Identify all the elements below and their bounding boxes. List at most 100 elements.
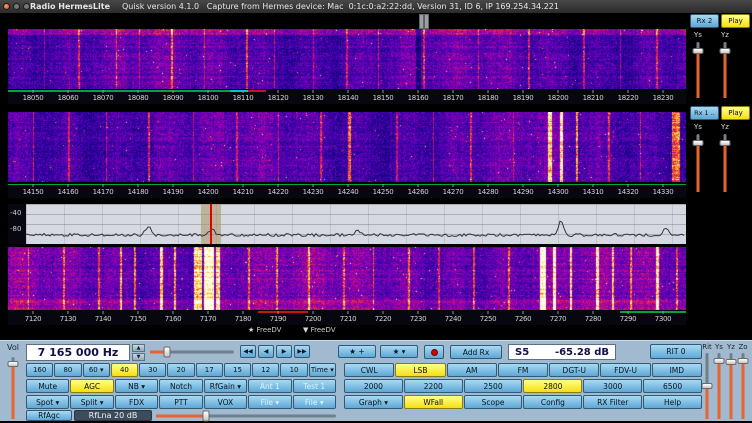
spin-down-button[interactable]: ▼ [132, 353, 145, 361]
tune-step-down[interactable]: ◀ [258, 345, 274, 358]
rit-button[interactable]: RIT 0 [650, 344, 702, 359]
tune-step-up[interactable]: ▶ [276, 345, 292, 358]
freq-tick-label: 7230 [410, 315, 427, 323]
button-ptt[interactable]: PTT [159, 395, 202, 409]
tick-mark [453, 90, 454, 93]
button-split[interactable]: Split ▾ [70, 395, 113, 409]
freq-tick-label: 14320 [618, 188, 639, 196]
freq-scale-17m[interactable]: 1805018060180701808018090181001811018120… [8, 90, 686, 104]
button-2800[interactable]: 2800 [523, 379, 582, 393]
button-40[interactable]: 40 [111, 363, 138, 377]
button-rfgain[interactable]: RfGain ▾ [204, 379, 247, 393]
rx1-ys-slider[interactable] [692, 134, 704, 192]
button-17[interactable]: 17 [196, 363, 223, 377]
button-config[interactable]: Config [523, 395, 582, 409]
freq-scale-20m[interactable]: 1415014160141701418014190142001421014220… [8, 184, 686, 198]
rx2-button[interactable]: Rx 2 [690, 14, 719, 28]
button-12[interactable]: 12 [252, 363, 279, 377]
freq-tick-label: 18120 [268, 94, 289, 102]
yz-slider[interactable] [725, 353, 737, 419]
memory-save-button[interactable]: ★ + [338, 345, 376, 358]
button-10[interactable]: 10 [280, 363, 307, 377]
rflna-slider[interactable] [156, 410, 336, 422]
waterfall-20m[interactable] [8, 112, 686, 182]
button-3000[interactable]: 3000 [583, 379, 642, 393]
freq-tick-label: 18230 [653, 94, 674, 102]
waterfall-17m[interactable] [8, 29, 686, 89]
close-icon[interactable] [3, 3, 10, 10]
button-2200[interactable]: 2200 [404, 379, 463, 393]
freq-tick-label: 18130 [303, 94, 324, 102]
button-60[interactable]: 60 ▾ [83, 363, 110, 377]
tune-step-down-fast[interactable]: ◀◀ [240, 345, 256, 358]
station-freedv-1[interactable]: ★ FreeDV [248, 326, 281, 334]
button-15[interactable]: 15 [224, 363, 251, 377]
volume-slider[interactable] [7, 357, 19, 419]
button-cwl[interactable]: CWL [344, 363, 394, 377]
button-rx-filter[interactable]: RX Filter [583, 395, 642, 409]
zo-slider[interactable] [737, 353, 749, 419]
button-am[interactable]: AM [447, 363, 497, 377]
memory-popup-button[interactable]: ★ ▾ [380, 345, 418, 358]
rfagc-button[interactable]: RfAgc [26, 410, 72, 421]
button-notch[interactable]: Notch [159, 379, 202, 393]
button-file-record[interactable]: File ▾ [293, 395, 336, 409]
graph-y-label-40: -40 [10, 209, 21, 217]
button-30[interactable]: 30 [139, 363, 166, 377]
spin-up-button[interactable]: ▲ [132, 344, 145, 352]
freq-tick-label: 7210 [340, 315, 357, 323]
button-help[interactable]: Help [643, 395, 702, 409]
titlebar[interactable]: Radio HermesLiteQuisk version 4.1.0 Capt… [0, 0, 752, 13]
frequency-display[interactable]: 7 165 000 Hz [26, 344, 130, 361]
rx2-play-button[interactable]: Play [721, 14, 750, 28]
button-graph[interactable]: Graph ▾ [344, 395, 403, 409]
tune-slider[interactable] [150, 346, 234, 358]
button-spot[interactable]: Spot ▾ [26, 395, 69, 409]
waterfall-40m[interactable] [8, 247, 686, 310]
station-freedv-2[interactable]: ▼ FreeDV [303, 326, 336, 334]
rx2-yz-slider[interactable] [719, 42, 731, 98]
button-lsb[interactable]: LSB [395, 363, 445, 377]
rit-slider[interactable] [701, 353, 713, 419]
rx2-tune-marker[interactable] [419, 14, 429, 29]
rx1-yz-slider[interactable] [719, 134, 731, 192]
rx2-ys-slider[interactable] [692, 42, 704, 98]
button-ant-1[interactable]: Ant 1 [248, 379, 291, 393]
graph-plot-area[interactable] [26, 204, 686, 244]
minimize-icon[interactable] [13, 3, 20, 10]
spectrum-graph[interactable]: -40 -80 [8, 204, 686, 244]
button-fm[interactable]: FM [498, 363, 548, 377]
ys-slider[interactable] [713, 353, 725, 419]
freq-tick-label: 14180 [128, 188, 149, 196]
freq-scale-40m[interactable]: 7120713071407150716071707180719072007210… [8, 311, 686, 325]
button-agc[interactable]: AGC [70, 379, 113, 393]
button-mute[interactable]: Mute [26, 379, 69, 393]
tune-step-up-fast[interactable]: ▶▶ [294, 345, 310, 358]
button-fdv-u[interactable]: FDV-U [600, 363, 650, 377]
button-2500[interactable]: 2500 [464, 379, 523, 393]
maximize-icon[interactable] [23, 3, 30, 10]
button-wfall[interactable]: WFall [404, 395, 463, 409]
button-vox[interactable]: VOX [204, 395, 247, 409]
button-fdx[interactable]: FDX [115, 395, 158, 409]
button-6500[interactable]: 6500 [643, 379, 702, 393]
freq-tick-label: 7290 [620, 315, 637, 323]
button-test-1[interactable]: Test 1 [293, 379, 336, 393]
button-imd[interactable]: IMD [652, 363, 702, 377]
button-20[interactable]: 20 [167, 363, 194, 377]
button-80[interactable]: 80 [54, 363, 81, 377]
record-button[interactable] [424, 345, 444, 359]
button-scope[interactable]: Scope [464, 395, 523, 409]
station-marker-icon: ▼ [303, 326, 308, 334]
button-2000[interactable]: 2000 [344, 379, 403, 393]
button-file-play[interactable]: File ▾ [248, 395, 291, 409]
button-nb[interactable]: NB ▾ [115, 379, 158, 393]
add-rx-button[interactable]: Add Rx [450, 345, 502, 359]
rx1-button[interactable]: Rx 1 .. [690, 106, 719, 120]
button-160[interactable]: 160 [26, 363, 53, 377]
s-meter: S5 -65.28 dB [508, 344, 616, 360]
rx1-play-button[interactable]: Play [721, 106, 750, 120]
button-time[interactable]: Time ▾ [309, 363, 336, 377]
button-dgt-u[interactable]: DGT-U [549, 363, 599, 377]
freq-tick-label: 7240 [445, 315, 462, 323]
